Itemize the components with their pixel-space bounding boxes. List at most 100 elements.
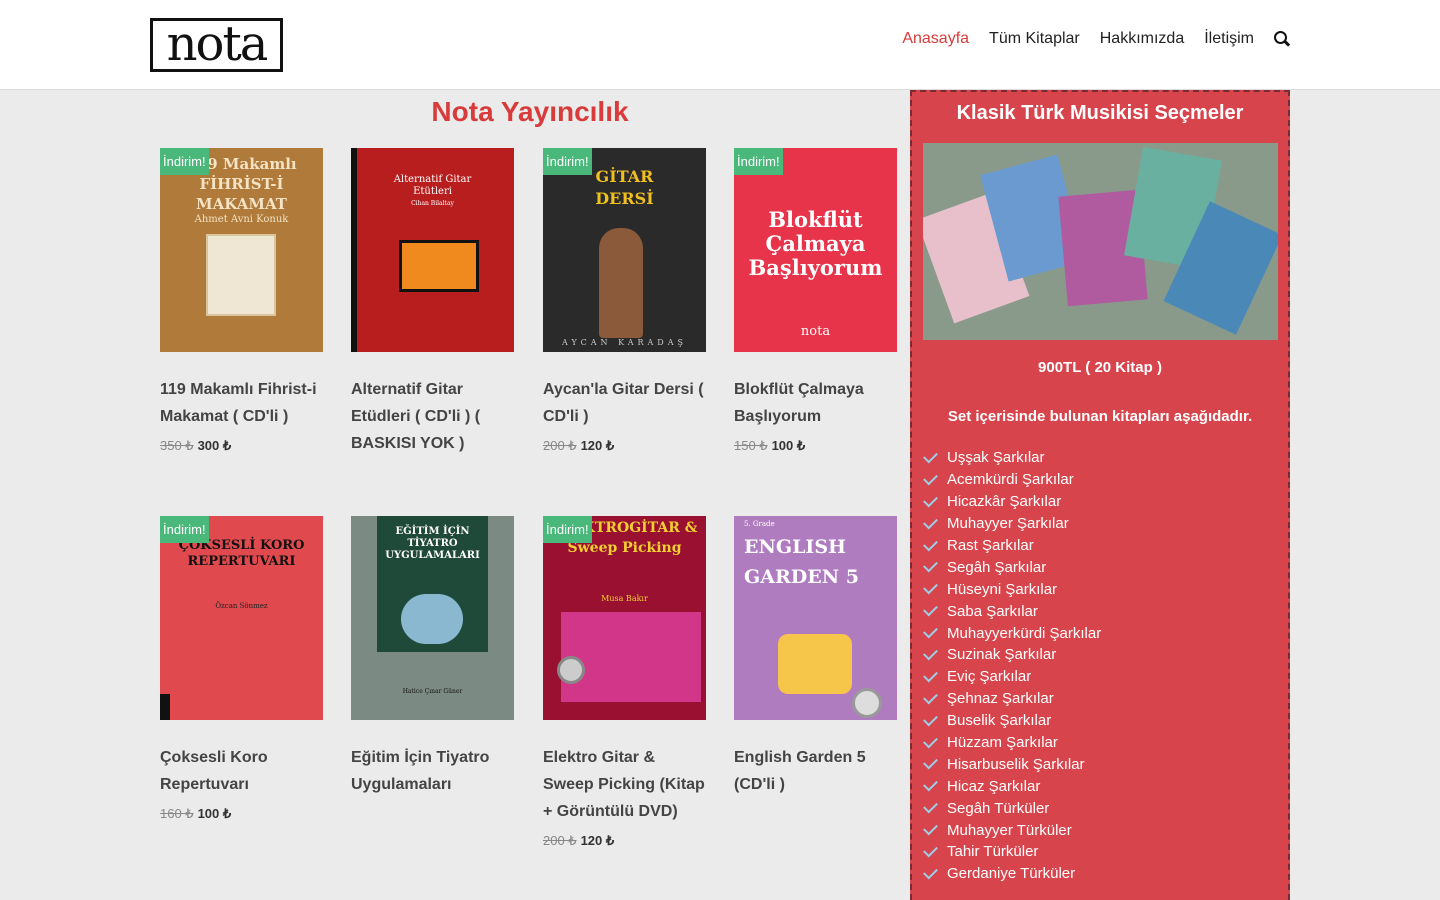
- page-title: Nota Yayıncılık: [431, 96, 629, 127]
- list-item: Şehnaz Şarkılar: [923, 688, 1101, 710]
- check-icon: [923, 776, 938, 792]
- sale-badge: İndirim!: [543, 148, 592, 175]
- check-icon: [923, 667, 938, 683]
- cover-title: Alternatif Gitar Etütleri: [393, 174, 472, 197]
- product-card[interactable]: 119 Makamlı FİHRİST-İ MAKAMAT Ahmet Avni…: [160, 148, 323, 454]
- list-item-label: Segâh Şarkılar: [947, 558, 1047, 576]
- new-price: 300 ₺: [197, 438, 232, 453]
- old-price: 160 ₺: [160, 806, 194, 821]
- cover-spine: [351, 148, 357, 352]
- product-title[interactable]: Alternatif Gitar Etüdleri ( CD'li ) ( BA…: [351, 376, 514, 457]
- check-icon: [923, 492, 938, 508]
- product-card[interactable]: Alternatif Gitar Etütleri Cihan Bilaltay…: [351, 148, 514, 457]
- old-price: 350 ₺: [160, 438, 194, 453]
- portrait-image: [206, 234, 276, 316]
- check-icon: [923, 536, 938, 551]
- check-icon: [923, 754, 938, 770]
- nav-all-books[interactable]: Tüm Kitaplar: [989, 30, 1080, 48]
- product-cover[interactable]: GİTAR DERSİ AYCAN KARADAŞ İndirim!: [543, 148, 706, 352]
- product-card[interactable]: ÇOKSESLİ KORO REPERTUVARI Özcan Sönmez İ…: [160, 516, 323, 822]
- list-item-label: Hisarbuselik Şarkılar: [947, 755, 1085, 773]
- promo-sidebar: Klasik Türk Musikisi Seçmeler 900TL ( 20…: [910, 90, 1290, 900]
- search-icon[interactable]: [1274, 31, 1290, 47]
- nav-home[interactable]: Anasayfa: [902, 30, 969, 48]
- cover-author: Musa Bakır: [601, 594, 648, 603]
- list-item-label: Segâh Türküler: [947, 799, 1050, 817]
- product-price: 350 ₺ 300 ₺: [160, 438, 323, 454]
- nav-about[interactable]: Hakkımızda: [1100, 30, 1184, 48]
- list-item-label: Muhayyer Türküler: [947, 821, 1072, 839]
- list-item-label: Hicaz Şarkılar: [947, 777, 1041, 795]
- old-price: 200 ₺: [543, 438, 577, 453]
- product-title[interactable]: Elektro Gitar & Sweep Picking (Kitap + G…: [543, 744, 706, 825]
- check-icon: [923, 623, 938, 639]
- cover-publisher: nota: [800, 324, 831, 339]
- check-icon: [923, 733, 938, 748]
- set-note: Set içerisinde bulunan kitapları aşağıda…: [947, 408, 1253, 425]
- list-item: Hüseyni Şarkılar: [923, 578, 1101, 600]
- product-cover[interactable]: 5. Grade ENGLISH GARDEN 5: [734, 516, 897, 720]
- list-item: Acemkürdi Şarkılar: [923, 469, 1101, 491]
- product-cover[interactable]: Alternatif Gitar Etütleri Cihan Bilaltay: [351, 148, 514, 352]
- list-item: Hüzzam Şarkılar: [923, 732, 1101, 754]
- product-card[interactable]: EĞİTİM İÇİN TİYATRO UYGULAMALARI Hatice …: [351, 516, 514, 798]
- sale-badge: İndirim!: [543, 516, 592, 543]
- product-title[interactable]: 119 Makamlı Fihrist-i Makamat ( CD'li ): [160, 376, 323, 430]
- check-icon: [923, 601, 938, 617]
- cover-author: Hatice Çınar Güner: [402, 688, 463, 695]
- product-price: 200 ₺ 120 ₺: [543, 833, 706, 849]
- product-title[interactable]: Eğitim İçin Tiyatro Uygulamaları: [351, 744, 514, 798]
- cover-spine: [160, 694, 170, 720]
- list-item-label: Eviç Şarkılar: [947, 668, 1032, 686]
- list-item: Segâh Şarkılar: [923, 556, 1101, 578]
- cover-title: EĞİTİM İÇİN TİYATRO UYGULAMALARI: [385, 526, 480, 561]
- product-card[interactable]: Blokflüt Çalmaya Başlıyorum nota İndirim…: [734, 148, 897, 454]
- product-title[interactable]: English Garden 5 (CD'li ): [734, 744, 897, 798]
- list-item: Hicaz Şarkılar: [923, 775, 1101, 797]
- nav-contact[interactable]: İletişim: [1204, 30, 1254, 48]
- product-cover[interactable]: EĞİTİM İÇİN TİYATRO UYGULAMALARI Hatice …: [351, 516, 514, 720]
- guitar-neck-image: [561, 612, 701, 702]
- product-cover[interactable]: ELEKTROGİTAR & Sweep Picking Musa Bakır …: [543, 516, 706, 720]
- product-cover[interactable]: Blokflüt Çalmaya Başlıyorum nota İndirim…: [734, 148, 897, 352]
- product-cover[interactable]: ÇOKSESLİ KORO REPERTUVARI Özcan Sönmez İ…: [160, 516, 323, 720]
- list-item-label: Hüseyni Şarkılar: [947, 580, 1058, 598]
- product-card[interactable]: 5. Grade ENGLISH GARDEN 5 English Garden…: [734, 516, 897, 798]
- sidebar-title: Klasik Türk Musikisi Seçmeler: [956, 102, 1244, 124]
- product-card[interactable]: ELEKTROGİTAR & Sweep Picking Musa Bakır …: [543, 516, 706, 849]
- product-price: 200 ₺ 120 ₺: [543, 438, 706, 454]
- list-item-label: Şehnaz Şarkılar: [947, 690, 1054, 708]
- new-price: 100 ₺: [771, 438, 806, 453]
- check-icon: [923, 820, 938, 836]
- cover-title: ENGLISH GARDEN 5: [744, 536, 859, 588]
- sale-badge: İndirim!: [160, 516, 209, 543]
- product-card[interactable]: GİTAR DERSİ AYCAN KARADAŞ İndirim! Aycan…: [543, 148, 706, 454]
- list-item-label: Uşşak Şarkılar: [947, 449, 1045, 467]
- list-item-label: Gerdaniye Türküler: [947, 865, 1076, 883]
- old-price: 200 ₺: [543, 833, 577, 848]
- site-logo[interactable]: nota: [150, 18, 283, 72]
- list-item-label: Tahir Türküler: [947, 843, 1039, 861]
- cover-author: AYCAN KARADAŞ: [562, 338, 687, 347]
- guitarist-image: [599, 228, 643, 338]
- product-title[interactable]: Çoksesli Koro Repertuvarı: [160, 744, 323, 798]
- check-icon: [923, 864, 938, 880]
- product-cover[interactable]: 119 Makamlı FİHRİST-İ MAKAMAT Ahmet Avni…: [160, 148, 323, 352]
- list-item-label: Rast Şarkılar: [947, 537, 1034, 554]
- book-set-image[interactable]: [923, 143, 1278, 340]
- list-item-label: Muhayyer Şarkılar: [947, 515, 1069, 533]
- product-title[interactable]: Blokflüt Çalmaya Başlıyorum: [734, 376, 897, 430]
- list-item: Hisarbuselik Şarkılar: [923, 753, 1101, 775]
- list-item-label: Acemkürdi Şarkılar: [947, 471, 1074, 489]
- list-item: Muhayyer Şarkılar: [923, 513, 1101, 535]
- product-title[interactable]: Aycan'la Gitar Dersi ( CD'li ): [543, 376, 706, 430]
- check-icon: [923, 470, 938, 486]
- list-item-label: Suzinak Şarkılar: [947, 646, 1057, 664]
- cover-author: Özcan Sönmez: [215, 602, 268, 610]
- sale-badge: İndirim!: [160, 148, 209, 175]
- set-book-list: Uşşak Şarkılar Acemkürdi Şarkılar Hicazk…: [923, 447, 1101, 885]
- list-item: Muhayyerkürdi Şarkılar: [923, 622, 1101, 644]
- list-item: Muhayyer Türküler: [923, 819, 1101, 841]
- check-icon: [923, 842, 938, 858]
- product-price: 160 ₺ 100 ₺: [160, 806, 323, 822]
